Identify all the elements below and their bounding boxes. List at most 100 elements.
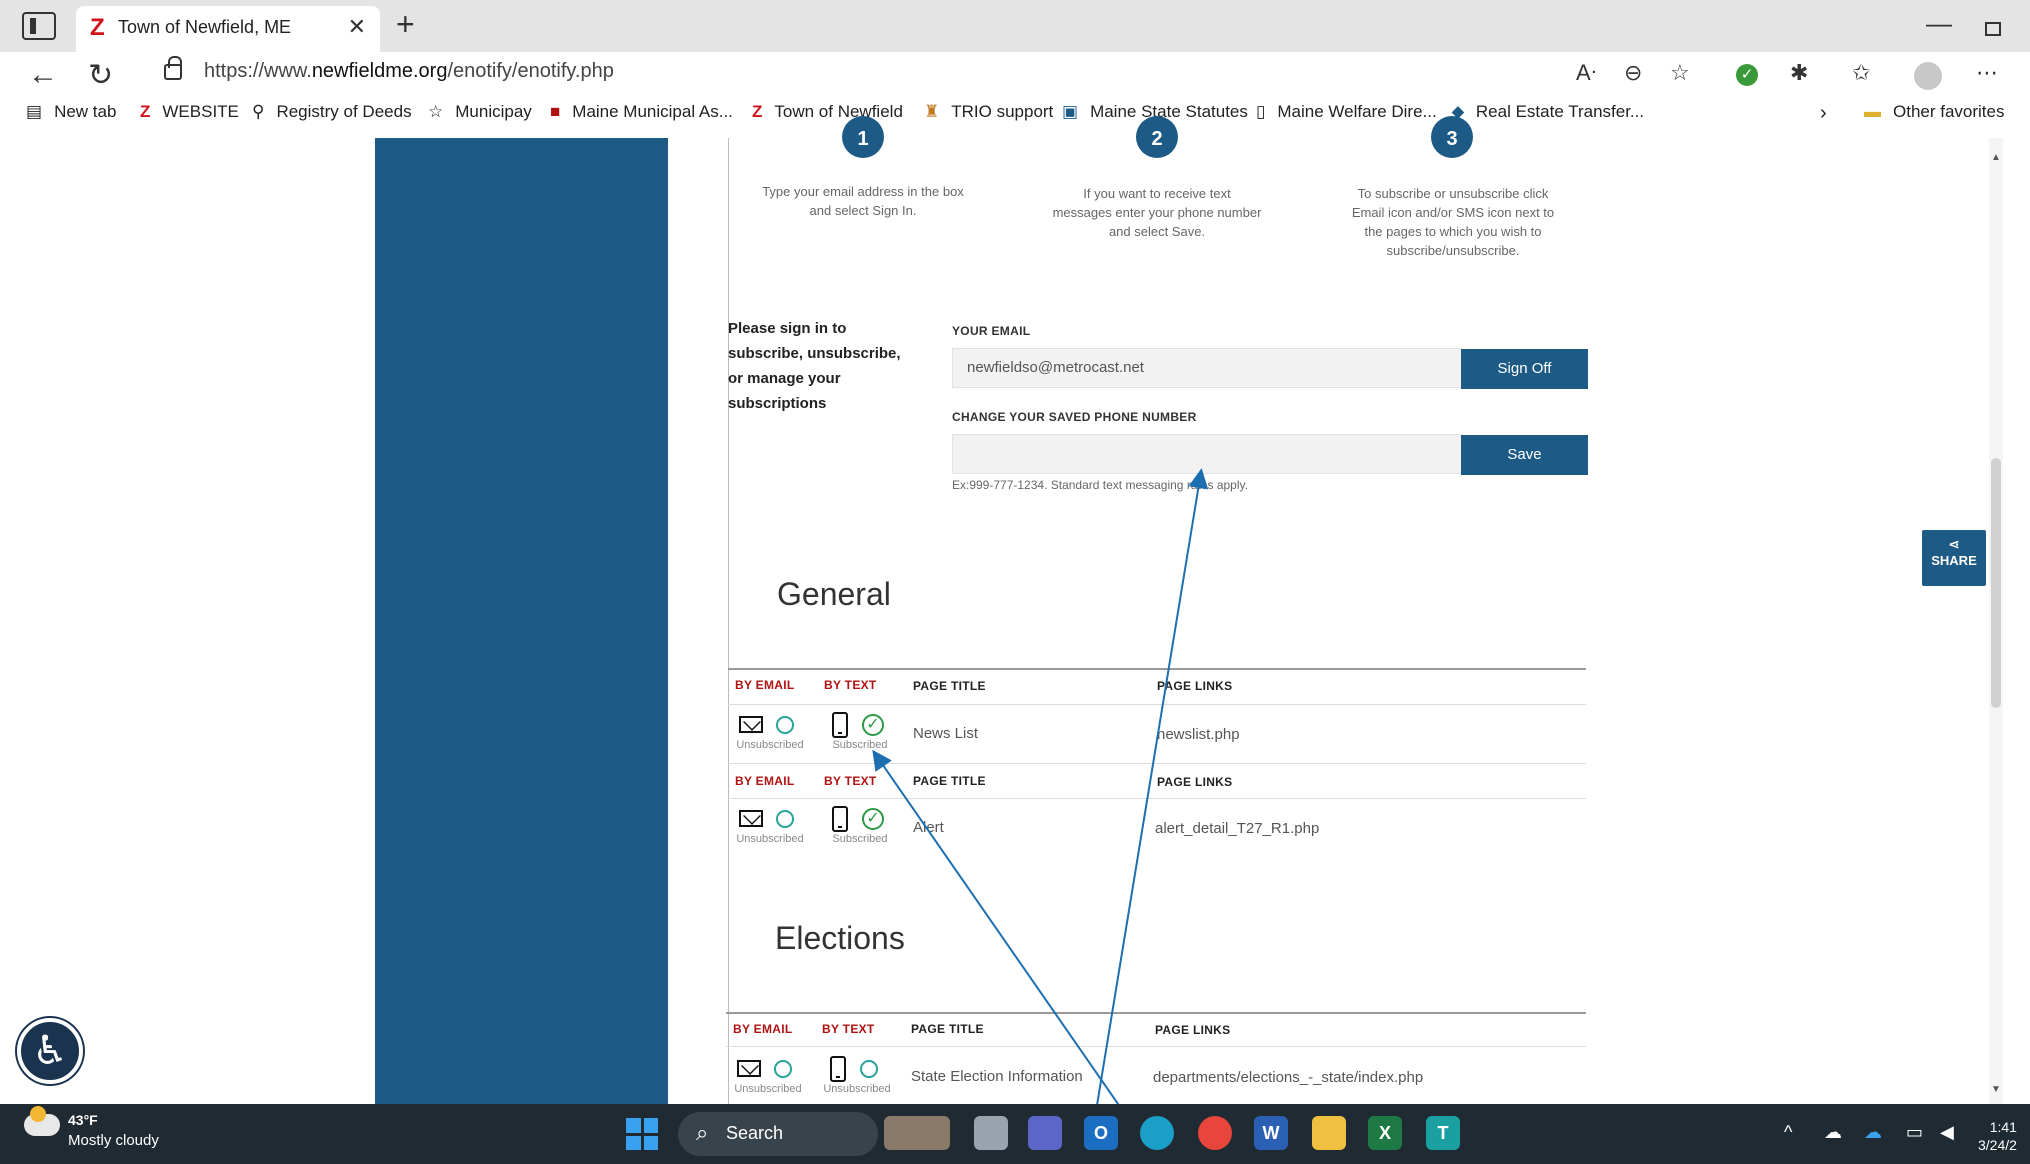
refresh-icon[interactable]: ↻ [88,58,113,93]
web-page: 1 Type your email address in the box and… [0,116,2030,1104]
sign-off-button[interactable]: Sign Off [1461,349,1588,389]
fav-item-municipay[interactable]: ☆ Municipay [428,102,532,122]
fav-item-maine-municipal[interactable]: ■ Maine Municipal As... [550,102,733,122]
tab-title: Town of Newfield, ME [118,17,292,37]
volume-icon[interactable]: ◀ [1940,1122,1954,1143]
outlook-icon[interactable]: O [1084,1116,1118,1150]
scroll-down-arrow-icon[interactable]: ▼ [1991,1084,2001,1095]
teams-chat-icon[interactable] [1028,1116,1062,1150]
email-subscribe-icon[interactable] [739,810,763,827]
url-field[interactable]: https://www.newfieldme.org/enotify/enoti… [204,60,614,83]
star-icon: ☆ [428,102,444,121]
favorites-icon[interactable]: ✩ [1852,60,1870,86]
email-subscribe-icon[interactable] [737,1060,761,1077]
fav-item-new-tab[interactable]: ▤ New tab [26,102,116,122]
sms-status: Unsubscribed [823,1083,891,1095]
col-page-links: PAGE LINKS [1155,1023,1231,1037]
tab-favicon-icon: Z [90,14,105,41]
sms-subscribe-icon[interactable] [832,806,848,832]
new-tab-button[interactable]: + [396,6,415,43]
save-button[interactable]: Save [1461,435,1588,475]
trio-app-icon[interactable]: T [1426,1116,1460,1150]
excel-icon[interactable]: X [1368,1116,1402,1150]
col-by-email: BY EMAIL [735,678,795,692]
sidebar-toggle-icon[interactable] [22,12,56,40]
phone-field[interactable] [952,434,1462,474]
sms-subscribe-icon[interactable] [830,1056,846,1082]
scrollbar-thumb[interactable] [1991,458,2001,708]
window-minimize-button[interactable]: — [1926,8,1952,39]
weather-cloud-icon[interactable] [24,1106,60,1136]
sms-unsubscribed-radio[interactable] [860,1060,878,1078]
edge-icon[interactable] [1140,1116,1174,1150]
page-title-cell: Alert [913,819,944,836]
onedrive-icon[interactable]: ☁ [1824,1122,1842,1143]
windows-start-icon[interactable] [626,1118,658,1150]
add-favorite-icon[interactable]: ☆ [1670,60,1690,86]
zoom-out-icon[interactable]: ⊖ [1624,60,1642,86]
page-title-cell: State Election Information [911,1068,1083,1085]
tray-chevron-icon[interactable]: ^ [1784,1122,1792,1143]
favorites-overflow-chevron-icon[interactable]: › [1820,102,1827,125]
col-page-title: PAGE TITLE [913,774,986,788]
fav-item-welfare[interactable]: ▯ Maine Welfare Dire... [1256,102,1437,122]
email-label: YOUR EMAIL [952,324,1031,338]
col-by-email: BY EMAIL [735,774,795,788]
fav-item-real-estate[interactable]: ⬥ Real Estate Transfer... [1452,102,1644,122]
email-status: Unsubscribed [734,1083,802,1095]
folder-icon: ▬ [1864,102,1881,121]
col-by-email: BY EMAIL [733,1022,793,1036]
step-2-badge: 2 [1136,116,1178,158]
clock-date: 3/24/2 [1978,1137,2017,1153]
lock-icon[interactable] [164,56,182,80]
tab-close-icon[interactable]: ✕ [348,14,366,40]
read-aloud-icon[interactable]: Aᐧ [1576,60,1596,86]
chrome-icon[interactable] [1198,1116,1232,1150]
extensions-icon[interactable]: ✱ [1790,60,1808,86]
word-icon[interactable]: W [1254,1116,1288,1150]
town-z-icon: Z [752,102,763,121]
share-button[interactable]: ⋖ SHARE [1922,530,1986,586]
email-unsubscribed-radio[interactable] [776,810,794,828]
email-field[interactable]: newfieldso@metrocast.net [952,348,1462,388]
page-link-cell[interactable]: departments/elections_-_state/index.php [1153,1069,1423,1086]
taskbar-clock[interactable]: 1:41 3/24/2 [1978,1118,2017,1154]
share-label: SHARE [1931,553,1977,568]
elections-divider [726,1012,1586,1014]
file-explorer-icon[interactable] [1312,1116,1346,1150]
mma-icon: ■ [550,102,561,121]
window-maximize-button[interactable] [1985,22,2001,36]
task-view-icon[interactable] [974,1116,1008,1150]
row-divider [728,798,1586,799]
sms-subscribed-check-icon[interactable]: ✓ [862,808,884,830]
email-status: Unsubscribed [736,739,804,751]
url-path: /enotify/enotify.php [447,60,614,82]
favorites-bar: ▤ New tab Z WEBSITE ⚲ Registry of Deeds ☆ Mu… [0,98,2030,138]
row-divider [726,1046,1586,1047]
taskbar-search[interactable]: ⌕ Search [678,1112,878,1156]
fav-item-trio[interactable]: ♜ TRIO support [924,102,1053,122]
fav-item-town-of-newfield[interactable]: Z Town of Newfield [752,102,903,122]
step-2-text: If you want to receive text messages ent… [1052,186,1262,239]
email-unsubscribed-radio[interactable] [774,1060,792,1078]
back-arrow-icon[interactable]: ← [28,58,58,92]
page-scrollbar[interactable]: ▲ ▼ [1989,138,2003,1104]
page-link-cell[interactable]: alert_detail_T27_R1.php [1155,820,1319,837]
network-icon[interactable]: ▭ [1906,1122,1923,1143]
scroll-up-arrow-icon[interactable]: ▲ [1991,152,2001,163]
fav-item-registry[interactable]: ⚲ Registry of Deeds [252,102,412,122]
profile-avatar[interactable] [1914,62,1942,90]
fav-item-website[interactable]: Z WEBSITE [140,102,239,122]
widgets-app-icon[interactable] [884,1116,950,1150]
other-favorites[interactable]: ▬ Other favorites [1864,102,2005,122]
accessibility-icon[interactable]: ♿︎ [17,1018,83,1084]
email-unsubscribed-radio[interactable] [776,716,794,734]
email-subscribe-icon[interactable] [739,716,763,733]
sms-subscribe-icon[interactable] [832,712,848,738]
browser-tab[interactable]: Z Town of Newfield, ME ✕ [76,6,380,52]
extension-check-icon[interactable]: ✓ [1736,64,1758,86]
onedrive-business-icon[interactable]: ☁ [1864,1122,1882,1143]
sms-subscribed-check-icon[interactable]: ✓ [862,714,884,736]
page-link-cell[interactable]: newslist.php [1157,726,1240,743]
more-menu-icon[interactable]: ⋯ [1976,60,1998,86]
